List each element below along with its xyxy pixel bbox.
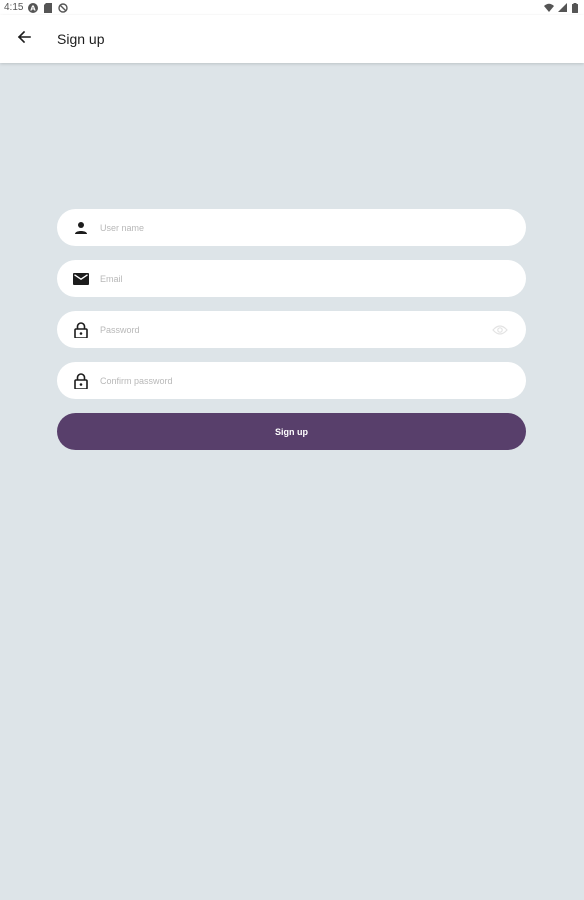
lock-icon — [73, 372, 89, 389]
username-input[interactable] — [100, 222, 460, 233]
page-title: Sign up — [57, 31, 105, 47]
accessibility-icon: A — [28, 2, 39, 13]
blocked-icon — [58, 2, 69, 13]
email-input[interactable] — [100, 273, 460, 284]
signup-form: Sign up — [57, 209, 526, 450]
person-icon — [73, 220, 89, 236]
status-time: 4:15 — [4, 2, 24, 13]
status-right — [544, 2, 580, 13]
app-bar: Sign up — [0, 15, 584, 63]
confirm-password-field[interactable] — [57, 362, 526, 399]
wifi-icon — [544, 3, 554, 13]
username-field[interactable] — [57, 209, 526, 246]
eye-icon[interactable] — [492, 322, 508, 338]
confirm-password-input[interactable] — [100, 375, 460, 386]
lock-icon — [73, 321, 89, 338]
mail-icon — [73, 271, 89, 287]
battery-icon — [570, 2, 580, 13]
email-field[interactable] — [57, 260, 526, 297]
signal-icon — [557, 3, 567, 13]
password-input[interactable] — [100, 324, 460, 335]
status-left: 4:15 A — [4, 2, 69, 13]
sd-card-icon — [43, 2, 53, 13]
status-bar: 4:15 A — [0, 0, 584, 15]
sign-up-button[interactable]: Sign up — [57, 413, 526, 450]
arrow-back-icon — [17, 30, 31, 49]
password-field[interactable] — [57, 311, 526, 348]
back-button[interactable] — [0, 15, 48, 63]
svg-text:A: A — [31, 4, 37, 12]
